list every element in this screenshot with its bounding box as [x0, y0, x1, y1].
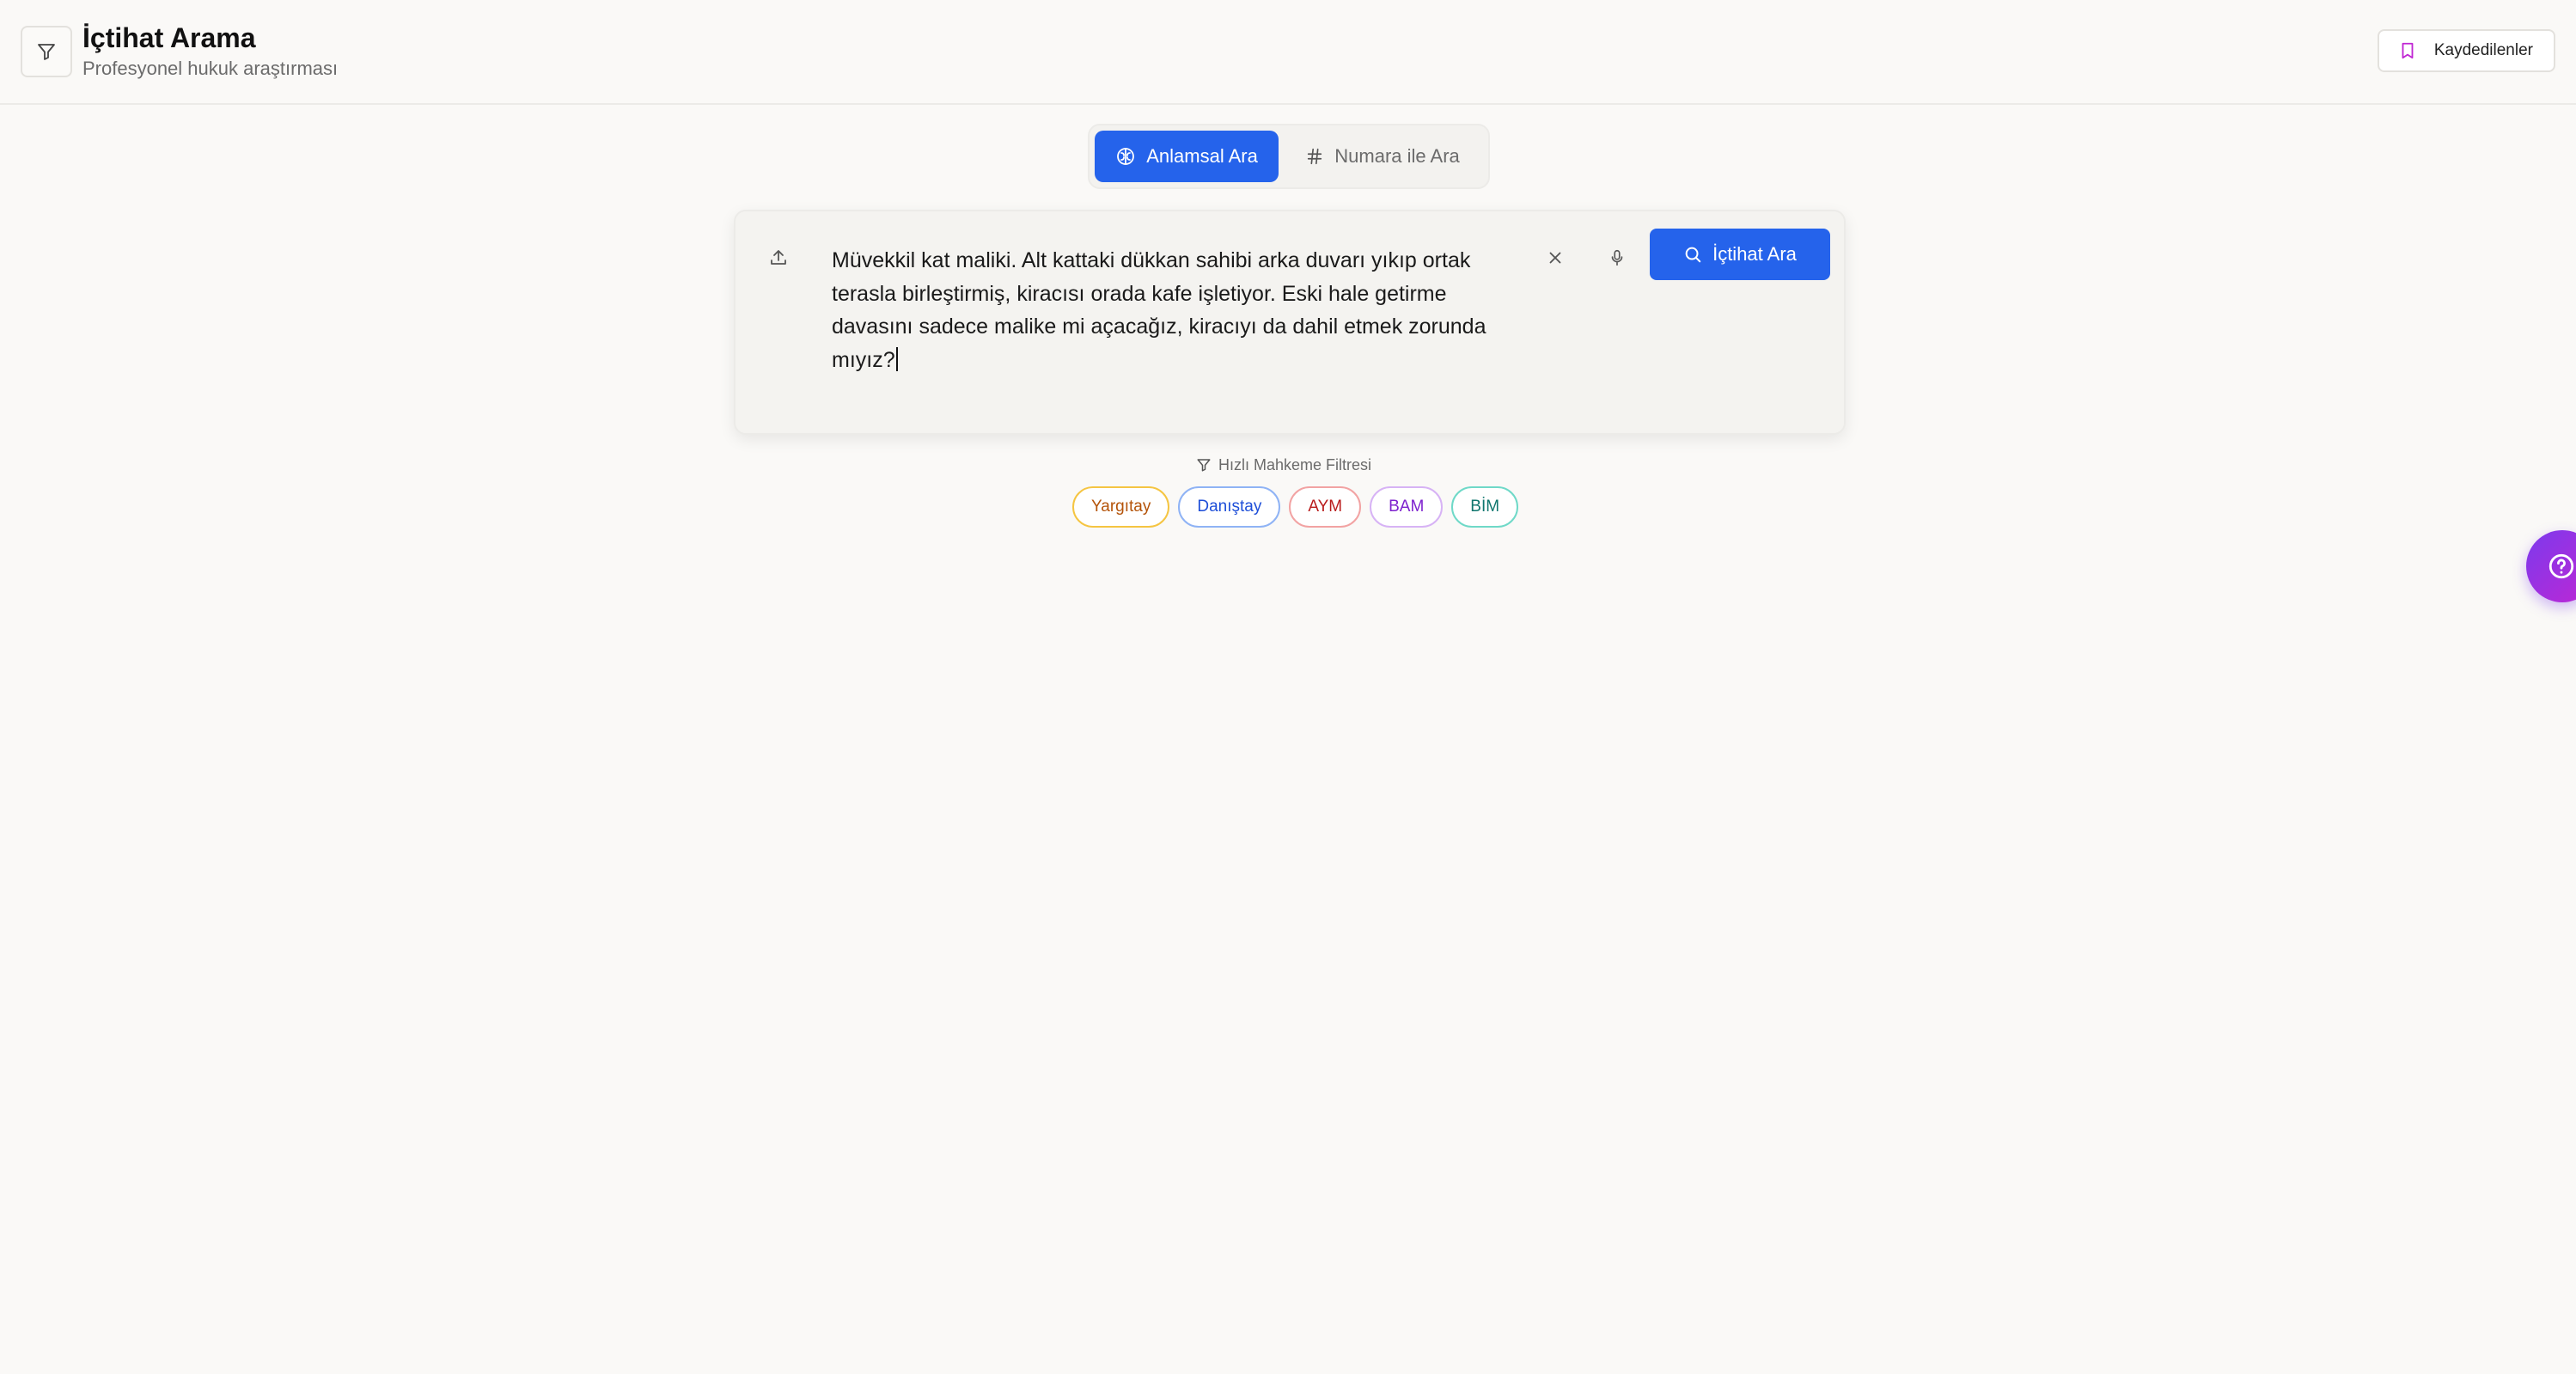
search-icon	[1685, 247, 1701, 263]
tab-semantic-search[interactable]: Anlamsal Ara	[1095, 131, 1279, 182]
filter-icon	[1197, 459, 1211, 472]
chip-bam[interactable]: BAM	[1370, 486, 1444, 528]
clear-query-button[interactable]	[1538, 241, 1572, 275]
microphone-icon	[1611, 249, 1623, 266]
page-title: İçtihat Arama	[82, 22, 256, 53]
voice-input-button[interactable]	[1600, 241, 1634, 275]
quick-court-filter-text: Hızlı Mahkeme Filtresi	[1218, 455, 1372, 473]
app-root: İçtihat Arama Profesyonel hukuk araştırm…	[0, 0, 2576, 1374]
text-caret	[895, 346, 898, 371]
hash-icon	[1308, 148, 1322, 165]
chip-yargitay[interactable]: Yargıtay	[1072, 486, 1170, 528]
chip-label: AYM	[1308, 498, 1343, 516]
upload-button[interactable]	[761, 241, 796, 275]
filter-icon	[38, 44, 55, 60]
chip-label: BAM	[1389, 498, 1425, 516]
upload-icon	[771, 250, 786, 265]
chip-bim[interactable]: BİM	[1451, 486, 1519, 528]
search-submit-label: İçtihat Ara	[1712, 243, 1797, 265]
search-query-text: Müvekkil kat maliki. Alt kattaki dükkan …	[832, 248, 1486, 372]
search-mode-tabs: Anlamsal Ara Numara ile Ara	[1088, 124, 1490, 189]
search-submit-button[interactable]: İçtihat Ara	[1650, 229, 1830, 280]
tab-number-search[interactable]: Numara ile Ara	[1282, 131, 1483, 182]
saved-button-label: Kaydedilenler	[2433, 41, 2533, 59]
saved-button[interactable]: Kaydedilenler	[2377, 29, 2555, 72]
page-subtitle: Profesyonel hukuk araştırması	[82, 58, 339, 79]
close-icon	[1549, 252, 1561, 264]
help-button[interactable]	[2526, 530, 2576, 602]
bookmark-icon	[2402, 42, 2414, 59]
search-card: Müvekkil kat maliki. Alt kattaki dükkan …	[734, 210, 1846, 435]
header: İçtihat Arama Profesyonel hukuk araştırm…	[0, 0, 2576, 105]
chip-label: Yargıtay	[1091, 498, 1151, 516]
chip-label: Danıştay	[1197, 498, 1262, 516]
help-icon	[2549, 553, 2574, 579]
court-filter-chips: Yargıtay Danıştay AYM BAM BİM	[1072, 486, 1519, 528]
tab-semantic-search-label: Anlamsal Ara	[1146, 145, 1258, 167]
filter-toggle-button[interactable]	[21, 26, 72, 77]
tab-number-search-label: Numara ile Ara	[1334, 145, 1460, 167]
chip-danistay[interactable]: Danıştay	[1178, 486, 1281, 528]
chip-label: BİM	[1470, 498, 1500, 516]
quick-court-filter-label: Hızlı Mahkeme Filtresi	[1196, 454, 1385, 476]
brain-icon	[1117, 148, 1135, 165]
chip-aym[interactable]: AYM	[1289, 486, 1362, 528]
search-query-input[interactable]: Müvekkil kat maliki. Alt kattaki dükkan …	[832, 244, 1502, 376]
